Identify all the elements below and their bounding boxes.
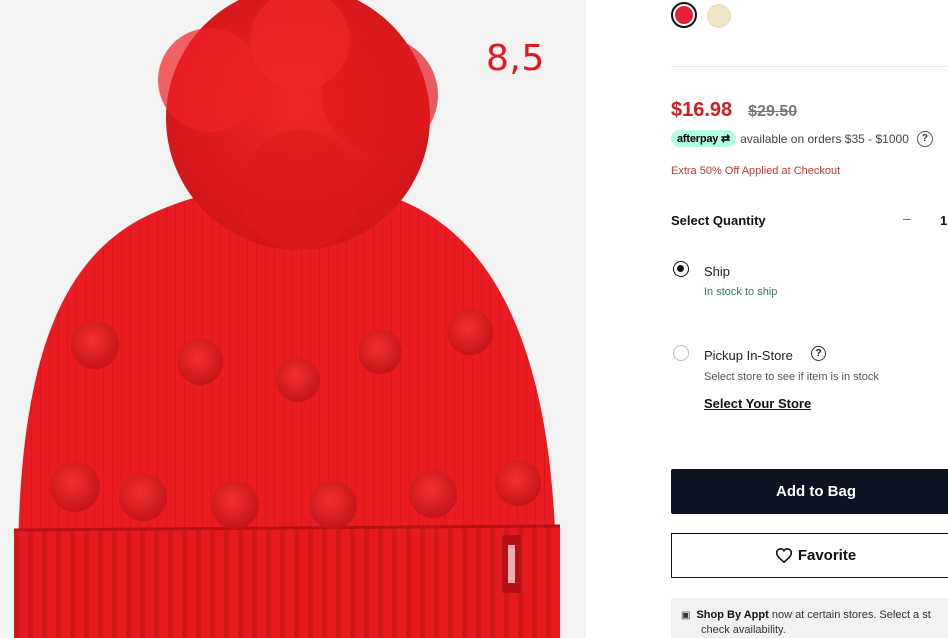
swatch-red[interactable]: [671, 2, 697, 28]
appointment-text: now at certain stores. Select a st: [771, 609, 931, 621]
divider: [671, 66, 948, 67]
pickup-note: Select store to see if item is in stock: [704, 371, 879, 383]
ship-status: In stock to ship: [704, 286, 778, 298]
heart-icon: [775, 548, 792, 563]
afterpay-row: afterpay ⇄ available on orders $35 - $10…: [671, 130, 933, 147]
beanie-illustration: [13, 0, 561, 638]
sale-price: $16.98: [671, 99, 733, 121]
pickup-label[interactable]: Pickup In-Store: [704, 348, 793, 363]
pickup-radio[interactable]: [673, 345, 689, 361]
original-price: $29.50: [748, 103, 798, 120]
swatch-cream[interactable]: [707, 4, 731, 28]
ship-label[interactable]: Ship: [704, 264, 730, 279]
favorite-label: Favorite: [797, 547, 857, 564]
overlay-number: 8,5: [486, 38, 545, 79]
add-to-bag-button[interactable]: Add to Bag: [671, 469, 948, 514]
help-icon[interactable]: ?: [916, 130, 933, 147]
quantity-value[interactable]: 1: [940, 213, 947, 228]
appointment-title: Shop By Appt: [696, 609, 769, 621]
ship-radio[interactable]: [673, 261, 689, 277]
promo-text: Extra 50% Off Applied at Checkout: [671, 165, 841, 177]
add-to-bag-label: Add to Bag: [776, 483, 856, 500]
appointment-text-line2: check availability.: [701, 624, 786, 636]
appointment-banner: ▣ Shop By Appt now at certain stores. Sel…: [671, 598, 948, 638]
select-store-link[interactable]: Select Your Store: [704, 396, 811, 411]
afterpay-logo: afterpay ⇄: [671, 130, 737, 147]
product-image[interactable]: 8,5: [0, 0, 586, 638]
afterpay-arrows-icon: ⇄: [718, 133, 731, 145]
quantity-decrement-button[interactable]: –: [903, 210, 911, 226]
price-row: $16.98 $29.50: [671, 99, 797, 122]
calendar-icon: ▣: [681, 610, 691, 621]
quantity-label: Select Quantity: [671, 213, 766, 228]
pickup-help-icon[interactable]: ?: [811, 346, 826, 361]
color-swatches: [671, 2, 731, 28]
product-details: $16.98 $29.50 afterpay ⇄ available on or…: [586, 0, 948, 638]
afterpay-text: available on orders $35 - $1000: [740, 131, 909, 146]
favorite-button[interactable]: Favorite: [671, 533, 948, 578]
